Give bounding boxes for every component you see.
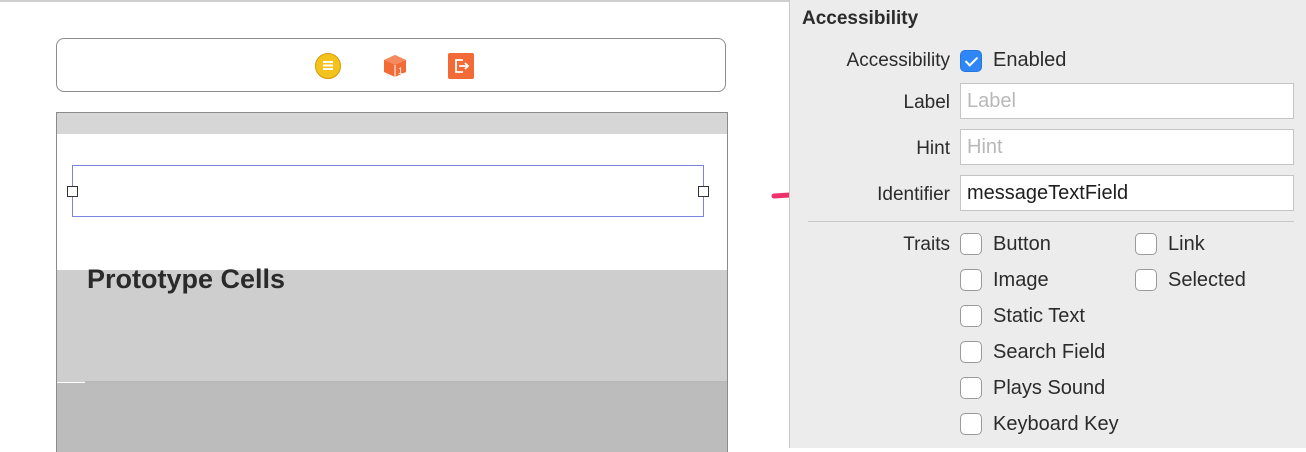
- section-divider: [808, 221, 1294, 222]
- trait-plays-sound-checkbox[interactable]: [960, 377, 982, 399]
- trait-plays-sound-label: Plays Sound: [993, 377, 1106, 399]
- trait-static-text-label: Static Text: [993, 305, 1085, 327]
- first-responder-icon[interactable]: 1: [382, 53, 408, 79]
- trait-button-label: Button: [993, 233, 1051, 255]
- accessibility-row-label: Accessibility: [846, 50, 950, 71]
- status-bar: [57, 113, 727, 134]
- hint-row-label: Hint: [916, 138, 950, 159]
- traits-row-label: Traits: [903, 234, 950, 255]
- trait-link-checkbox[interactable]: [1135, 233, 1157, 255]
- inspector-title: Accessibility: [802, 8, 919, 29]
- canvas-top-border: [0, 0, 790, 2]
- trait-selected-checkbox[interactable]: [1135, 269, 1157, 291]
- scene-dock: 1: [56, 38, 726, 92]
- cell-separator: [85, 381, 727, 383]
- trait-image-label: Image: [993, 269, 1049, 291]
- prototype-cell[interactable]: [57, 383, 727, 452]
- label-field[interactable]: [960, 83, 1294, 119]
- hint-field[interactable]: [960, 129, 1294, 165]
- exit-icon[interactable]: [448, 53, 474, 79]
- enabled-checkbox[interactable]: [960, 50, 982, 72]
- resize-handle-left[interactable]: [67, 186, 78, 197]
- trait-keyboard-key-checkbox[interactable]: [960, 413, 982, 435]
- section-title: Prototype Cells: [87, 264, 286, 294]
- trait-keyboard-key-label: Keyboard Key: [993, 413, 1119, 435]
- device-frame: Prototype Cells: [56, 112, 728, 452]
- message-text-field[interactable]: [67, 165, 709, 217]
- identifier-field[interactable]: [960, 175, 1294, 211]
- identifier-row-label: Identifier: [877, 184, 950, 205]
- trait-static-text-checkbox[interactable]: [960, 305, 982, 327]
- enabled-label: Enabled: [993, 49, 1067, 71]
- trait-selected-label: Selected: [1168, 269, 1246, 291]
- trait-search-field-label: Search Field: [993, 341, 1106, 363]
- view-controller-icon[interactable]: [315, 53, 341, 79]
- trait-button-checkbox[interactable]: [960, 233, 982, 255]
- trait-image-checkbox[interactable]: [960, 269, 982, 291]
- trait-link-label: Link: [1168, 233, 1205, 255]
- resize-handle-right[interactable]: [698, 186, 709, 197]
- accessibility-inspector: Accessibility Accessibility Enabled Labe…: [789, 0, 1306, 448]
- trait-search-field-checkbox[interactable]: [960, 341, 982, 363]
- svg-text:1: 1: [398, 66, 403, 76]
- label-row-label: Label: [903, 92, 951, 113]
